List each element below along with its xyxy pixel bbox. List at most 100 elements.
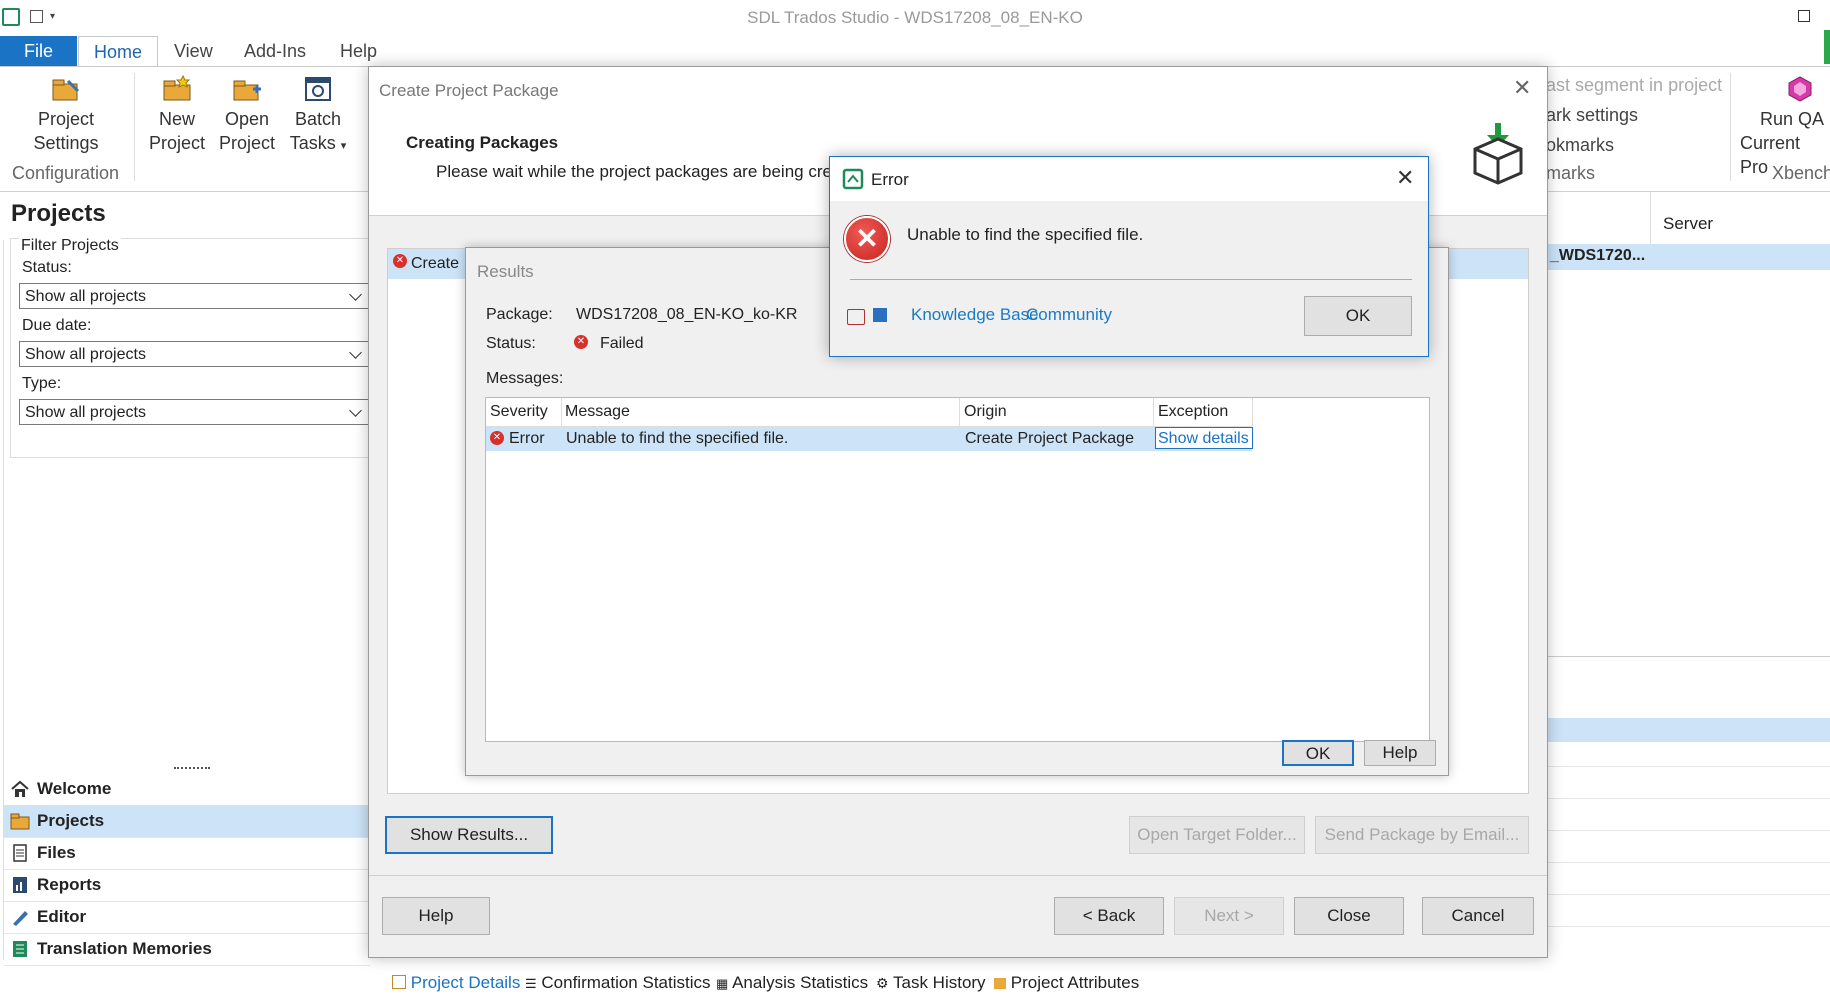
nav-translation-memories[interactable]: Translation Memories bbox=[4, 933, 370, 966]
error-title: Error bbox=[871, 170, 909, 189]
help-button[interactable]: Help bbox=[382, 897, 490, 935]
ribbon-item-mark-settings[interactable]: ark settings bbox=[1546, 105, 1638, 126]
xbench-icon bbox=[1788, 76, 1812, 102]
error-title-bar bbox=[830, 157, 1428, 201]
bottom-tab-task-history-label: Task History bbox=[892, 973, 986, 992]
ribbon-group-bookmarks-label: marks bbox=[1546, 163, 1595, 183]
batch-tasks-button[interactable]: Batch Tasks ▾ bbox=[286, 75, 350, 158]
error-icon: ✕ bbox=[490, 431, 504, 445]
tab-file[interactable]: File bbox=[0, 36, 77, 66]
show-results-button[interactable]: Show Results... bbox=[385, 816, 553, 854]
restore-icon[interactable] bbox=[1798, 10, 1810, 22]
save-icon[interactable] bbox=[873, 308, 887, 322]
column-exception[interactable]: Exception bbox=[1158, 403, 1228, 421]
results-ok-button[interactable]: OK bbox=[1282, 740, 1354, 766]
type-select[interactable]: Show all projects bbox=[19, 399, 369, 425]
task-row-label: Create bbox=[411, 255, 460, 272]
close-icon[interactable]: ✕ bbox=[1396, 165, 1414, 191]
row-line bbox=[1548, 766, 1830, 767]
bottom-tab-analysis-statistics[interactable]: ▦ Analysis Statistics bbox=[716, 968, 868, 998]
home-icon bbox=[11, 780, 29, 797]
new-project-button[interactable]: New Project bbox=[144, 75, 210, 155]
open-target-folder-button[interactable]: Open Target Folder... bbox=[1129, 816, 1305, 854]
tab-add-ins[interactable]: Add-Ins bbox=[230, 36, 320, 66]
tab-view[interactable]: View bbox=[160, 36, 227, 66]
tab-help[interactable]: Help bbox=[326, 36, 391, 66]
due-date-label: Due date: bbox=[22, 317, 92, 334]
messages-label: Messages: bbox=[486, 370, 564, 387]
detail-row-selected[interactable] bbox=[1548, 718, 1830, 742]
project-settings-label-1: Project bbox=[37, 109, 95, 129]
open-project-label-2: Project bbox=[218, 133, 276, 153]
chevron-down-icon bbox=[349, 404, 362, 417]
nav-projects[interactable]: Projects bbox=[4, 805, 370, 838]
row-line bbox=[1548, 862, 1830, 863]
error-ok-button[interactable]: OK bbox=[1304, 296, 1412, 336]
send-package-button[interactable]: Send Package by Email... bbox=[1315, 816, 1529, 854]
status-select[interactable]: Show all projects bbox=[19, 283, 369, 309]
error-divider bbox=[850, 279, 1412, 280]
table-row[interactable]: ✕ Error Unable to find the specified fil… bbox=[486, 427, 1253, 451]
nav-welcome-label: Welcome bbox=[37, 779, 112, 798]
analysis-icon: ▦ bbox=[716, 976, 729, 991]
bottom-tab-project-details[interactable]: Project Details bbox=[392, 968, 520, 998]
project-settings-icon bbox=[52, 79, 80, 101]
folder-icon bbox=[10, 813, 30, 830]
nav-reports[interactable]: Reports bbox=[4, 869, 370, 902]
nav-welcome[interactable]: Welcome bbox=[4, 773, 370, 806]
ribbon-item-bookmarks[interactable]: okmarks bbox=[1546, 135, 1614, 156]
package-label: Package: bbox=[486, 306, 553, 323]
messages-table: Severity Message Origin Exception ✕ Erro… bbox=[485, 397, 1430, 742]
row-line bbox=[1548, 926, 1830, 927]
row-origin: Create Project Package bbox=[965, 430, 1134, 447]
type-label: Type: bbox=[22, 375, 62, 392]
open-project-button[interactable]: Open Project bbox=[212, 75, 282, 155]
bottom-tab-task-history[interactable]: ⚙ Task History bbox=[876, 968, 986, 998]
statistics-icon: ☰ bbox=[525, 976, 537, 991]
accent-strip bbox=[1824, 30, 1830, 64]
column-origin[interactable]: Origin bbox=[964, 403, 1007, 421]
knowledge-base-link[interactable]: Knowledge Base bbox=[911, 305, 1039, 325]
bottom-tab-project-attributes-label: Project Attributes bbox=[1010, 973, 1140, 992]
row-line bbox=[1548, 830, 1830, 831]
bottom-tab-confirmation-statistics[interactable]: ☰ Confirmation Statistics bbox=[525, 968, 711, 998]
col-divider bbox=[1252, 398, 1253, 426]
results-title: Results bbox=[477, 262, 534, 281]
tab-home[interactable]: Home bbox=[78, 36, 158, 68]
error-dialog: Error ✕ ✕ Unable to find the specified f… bbox=[829, 156, 1429, 357]
projects-list-pane: Server _WDS1720... bbox=[1548, 192, 1830, 998]
nav-editor[interactable]: Editor bbox=[4, 901, 370, 934]
filter-title: Filter Projects bbox=[19, 237, 121, 255]
new-project-label-2: Project bbox=[148, 133, 206, 153]
column-divider bbox=[1650, 192, 1651, 244]
column-severity[interactable]: Severity bbox=[490, 403, 548, 421]
project-settings-button[interactable]: Project Settings bbox=[20, 75, 112, 155]
community-link[interactable]: Community bbox=[1026, 305, 1112, 325]
bottom-tab-confirmation-statistics-label: Confirmation Statistics bbox=[541, 973, 711, 992]
clear-log-icon[interactable] bbox=[847, 309, 865, 325]
server-column-header[interactable]: Server bbox=[1663, 214, 1713, 234]
close-button[interactable]: Close bbox=[1294, 897, 1404, 935]
due-date-select[interactable]: Show all projects bbox=[19, 341, 369, 367]
results-help-button[interactable]: Help bbox=[1364, 740, 1436, 766]
project-row-selected[interactable]: _WDS1720... bbox=[1548, 244, 1830, 270]
status-label: Status: bbox=[486, 335, 536, 352]
bottom-tab-project-attributes[interactable]: Project Attributes bbox=[994, 968, 1139, 998]
show-details-link[interactable]: Show details bbox=[1155, 427, 1253, 449]
column-message[interactable]: Message bbox=[565, 403, 630, 421]
new-project-label-1: New bbox=[158, 109, 195, 129]
bottom-tab-project-details-label: Project Details bbox=[410, 973, 521, 992]
error-icon: ✕ bbox=[844, 216, 890, 262]
nav-files[interactable]: Files bbox=[4, 837, 370, 870]
cancel-button[interactable]: Cancel bbox=[1422, 897, 1534, 935]
splitter-grip[interactable] bbox=[174, 767, 210, 772]
ribbon-separator bbox=[134, 73, 135, 181]
chevron-down-icon bbox=[349, 346, 362, 359]
back-button[interactable]: < Back bbox=[1054, 897, 1164, 935]
close-icon[interactable]: ✕ bbox=[1513, 75, 1531, 101]
next-button[interactable]: Next > bbox=[1174, 897, 1284, 935]
failed-icon: ✕ bbox=[574, 335, 588, 349]
new-project-icon bbox=[163, 75, 191, 101]
filter-group: Filter Projects Status: Show all project… bbox=[10, 237, 372, 458]
row-line bbox=[1548, 798, 1830, 799]
